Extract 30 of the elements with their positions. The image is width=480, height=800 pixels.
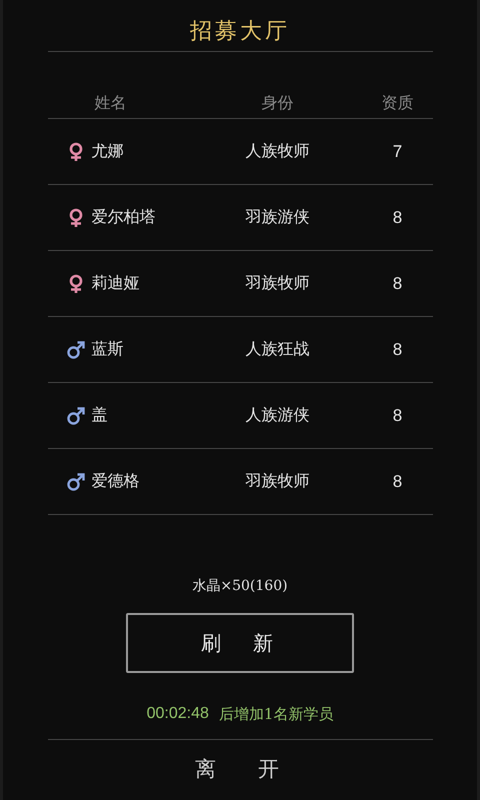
recruit-role: 人族游侠: [244, 405, 310, 426]
recruit-name: 爱德格: [92, 471, 140, 492]
aptitude-value: 8: [392, 472, 404, 492]
recruit-name: 爱尔柏塔: [92, 207, 156, 228]
aptitude-value: 8: [392, 340, 404, 360]
aptitude-value: 8: [392, 406, 404, 426]
timer-note: 后增加1名新学员: [218, 705, 334, 724]
page-title: 招募大厅: [190, 18, 290, 46]
male-symbol-icon: [66, 406, 86, 426]
leave-button[interactable]: 离开: [153, 754, 327, 784]
recruit-role: 人族牧师: [244, 141, 310, 162]
countdown-timer: 00:02:48: [146, 705, 209, 724]
aptitude-value: 7: [392, 142, 404, 162]
refresh-button[interactable]: 刷新: [126, 613, 354, 673]
column-header: 身份: [260, 92, 294, 114]
column-header: 资质: [380, 92, 414, 114]
crystal-cost: 水晶×50(160): [192, 577, 288, 595]
aptitude-value: 8: [392, 274, 404, 294]
recruit-role: 人族狂战: [244, 339, 310, 360]
column-header: 姓名: [94, 92, 128, 114]
recruit-role: 羽族游侠: [244, 207, 310, 228]
aptitude-value: 8: [392, 208, 404, 228]
recruit-name: 莉迪娅: [92, 273, 140, 294]
recruit-role: 羽族牧师: [244, 471, 310, 492]
male-symbol-icon: [66, 340, 86, 360]
recruit-role: 羽族牧师: [244, 273, 310, 294]
male-symbol-icon: [66, 472, 86, 492]
recruit-name: 尤娜: [92, 141, 124, 162]
recruit-name: 盖: [92, 405, 108, 426]
recruit-name: 蓝斯: [92, 339, 124, 360]
